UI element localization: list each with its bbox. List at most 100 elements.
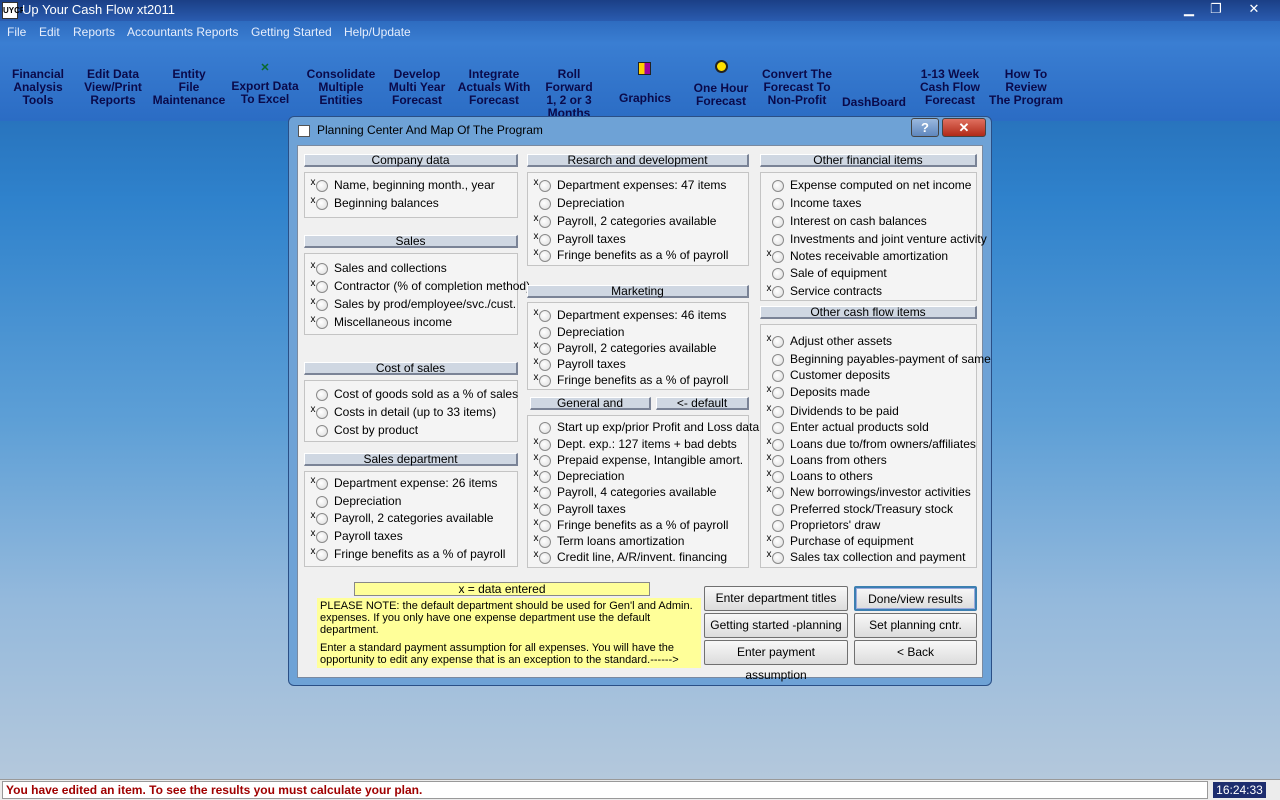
radio-button[interactable]: [316, 531, 328, 543]
radio-button[interactable]: [772, 471, 784, 483]
radio-button[interactable]: [772, 422, 784, 434]
toolbar-consolidate[interactable]: Consolidate Multiple Entities: [303, 68, 379, 107]
menu-file[interactable]: File: [7, 25, 26, 39]
close-button[interactable]: ✕: [1234, 0, 1274, 18]
radio-button[interactable]: [772, 455, 784, 467]
group-general: Start up exp/prior Profit and Loss data …: [527, 415, 759, 568]
radio-button[interactable]: [772, 198, 784, 210]
radio-button[interactable]: [772, 520, 784, 532]
toolbar-graphics[interactable]: Graphics: [612, 92, 678, 105]
radio-button[interactable]: [316, 389, 328, 401]
dialog-title: Planning Center And Map Of The Program: [317, 123, 543, 137]
restore-button[interactable]: ❐: [1203, 0, 1229, 18]
radio-button[interactable]: [772, 336, 784, 348]
radio-button[interactable]: [539, 250, 551, 262]
section-header-rnd: Resarch and development: [527, 154, 749, 167]
radio-button[interactable]: [316, 496, 328, 508]
excel-icon[interactable]: ✕: [258, 61, 272, 75]
radio-button[interactable]: [539, 310, 551, 322]
toolbar-dashboard[interactable]: DashBoard: [838, 96, 910, 109]
getting-started-tips-button[interactable]: Getting started -planning tips: [704, 613, 848, 655]
radio-button[interactable]: [539, 422, 551, 434]
radio-button[interactable]: [316, 317, 328, 329]
radio-button[interactable]: [539, 471, 551, 483]
clock-display: 16:24:33: [1213, 782, 1266, 798]
radio-button[interactable]: [316, 281, 328, 293]
menu-help-update[interactable]: Help/Update: [344, 25, 411, 39]
radio-button[interactable]: [539, 552, 551, 564]
radio-button[interactable]: [316, 425, 328, 437]
radio-button[interactable]: [772, 286, 784, 298]
radio-button[interactable]: [539, 455, 551, 467]
menu-getting-started[interactable]: Getting Started: [251, 25, 332, 39]
radio-button[interactable]: [316, 263, 328, 275]
dialog-close-button[interactable]: ✕: [942, 118, 986, 137]
group-sales: x Sales and collections x Contractor (% of…: [304, 253, 530, 335]
radio-button[interactable]: [772, 552, 784, 564]
radio-button[interactable]: [772, 487, 784, 499]
payment-assumption-note: Enter a standard payment assumption for …: [320, 642, 679, 666]
toolbar-integrate-actuals[interactable]: Integrate Actuals With Forecast: [455, 68, 533, 107]
radio-button[interactable]: [539, 520, 551, 532]
radio-button[interactable]: [539, 359, 551, 371]
radio-button[interactable]: [539, 504, 551, 516]
toolbar-export-excel[interactable]: Export Data To Excel: [228, 80, 302, 106]
radio-button[interactable]: [539, 375, 551, 387]
radio-button[interactable]: [539, 487, 551, 499]
title-bar: UYCF Up Your Cash Flow xt2011 ▁ ❐ ✕: [0, 0, 1280, 21]
radio-button[interactable]: [539, 234, 551, 246]
radio-button[interactable]: [539, 343, 551, 355]
dialog-help-button[interactable]: ?: [911, 118, 939, 137]
radio-button[interactable]: [772, 387, 784, 399]
radio-button[interactable]: [316, 407, 328, 419]
radio-button[interactable]: [316, 180, 328, 192]
radio-button[interactable]: [772, 504, 784, 516]
toolbar-multi-year[interactable]: Develop Multi Year Forecast: [380, 68, 454, 107]
group-cost-of-sales: Cost of goods sold as a % of sales x Cost…: [304, 380, 518, 442]
menu-accountants-reports[interactable]: Accountants Reports: [127, 25, 238, 39]
toolbar-how-to-review[interactable]: How To Review The Program: [988, 68, 1064, 107]
radio-button[interactable]: [772, 370, 784, 382]
radio-button[interactable]: [772, 354, 784, 366]
section-header-marketing: Marketing: [527, 285, 749, 298]
radio-button[interactable]: [316, 299, 328, 311]
toolbar-financial-analysis[interactable]: Financial Analysis Tools: [2, 68, 74, 107]
radio-button[interactable]: [772, 406, 784, 418]
radio-button[interactable]: [539, 327, 551, 339]
radio-button[interactable]: [316, 198, 328, 210]
radio-button[interactable]: [539, 180, 551, 192]
section-header-other-cash-flow: Other cash flow items: [760, 306, 977, 319]
menu-edit[interactable]: Edit: [39, 25, 60, 39]
radio-button[interactable]: [772, 536, 784, 548]
radio-button[interactable]: [772, 234, 784, 246]
clock-icon[interactable]: [715, 60, 728, 73]
dialog-client-area: Company data x Name, beginning month., ye…: [297, 145, 991, 682]
radio-button[interactable]: [316, 513, 328, 525]
radio-button[interactable]: [772, 268, 784, 280]
radio-button[interactable]: [316, 478, 328, 490]
set-planning-color-button[interactable]: Set planning cntr. color: [854, 613, 977, 655]
enter-department-titles-button[interactable]: Enter department titles: [704, 586, 848, 611]
radio-button[interactable]: [772, 180, 784, 192]
radio-button[interactable]: [772, 439, 784, 451]
radio-button[interactable]: [772, 251, 784, 263]
minimize-button[interactable]: ▁: [1176, 0, 1202, 18]
toolbar-one-hour[interactable]: One Hour Forecast: [686, 82, 756, 108]
menu-reports[interactable]: Reports: [73, 25, 115, 39]
radio-button[interactable]: [772, 216, 784, 228]
toolbar-non-profit[interactable]: Convert The Forecast To Non-Profit: [758, 68, 836, 107]
toolbar-edit-data[interactable]: Edit Data View/Print Reports: [76, 68, 150, 107]
radio-button[interactable]: [539, 216, 551, 228]
done-view-results-button[interactable]: Done/view results: [854, 586, 977, 611]
radio-button[interactable]: [539, 198, 551, 210]
toolbar-entity-file[interactable]: Entity File Maintenance: [151, 68, 227, 107]
radio-button[interactable]: [316, 549, 328, 561]
toolbar-roll-forward[interactable]: Roll Forward 1, 2 or 3 Months: [533, 68, 605, 120]
radio-button[interactable]: [539, 536, 551, 548]
enter-payment-assumption-button[interactable]: Enter payment assumption: [704, 640, 848, 682]
section-header-general: General and: [530, 397, 651, 410]
toolbar-13-week[interactable]: 1-13 Week Cash Flow Forecast: [912, 68, 988, 107]
chart-icon[interactable]: [638, 62, 651, 75]
back-button[interactable]: < Back: [854, 640, 977, 665]
radio-button[interactable]: [539, 439, 551, 451]
